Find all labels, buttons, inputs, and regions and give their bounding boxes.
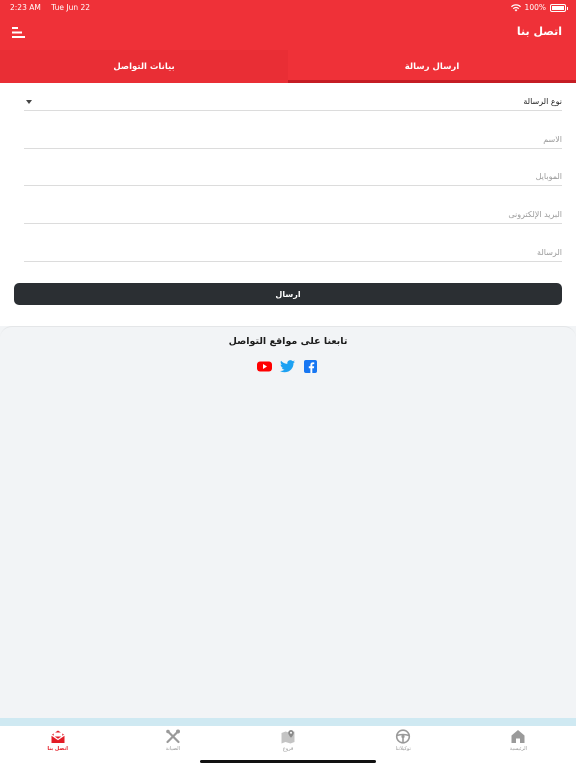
battery-icon [550,3,568,12]
social-icons [257,360,319,374]
bottom-divider [0,718,576,726]
status-date: Tue Jun 22 [51,3,91,12]
tab-contact-info[interactable]: بيانات التواصل [0,50,288,83]
youtube-icon[interactable] [257,360,272,373]
envelope-icon [50,730,65,743]
wifi-icon [510,3,521,11]
bottom-nav: الرئيسية توكيلاتنا فروع الصيانة اتصل بنا [0,726,576,768]
nav-branches-label: فروع [282,746,294,752]
message-type-value: نوع الرسالة [523,97,562,106]
social-title: تابعنا على مواقع التواصل [228,336,348,347]
name-field[interactable]: الاسم [24,127,562,149]
contact-form: نوع الرسالة الاسم الموبايل البريد الإلكت… [0,83,576,326]
page-title: اتصل بنا [516,25,562,38]
nav-contact-label: اتصل بنا [47,746,68,752]
name-placeholder: الاسم [543,135,562,144]
app-header: 2:23 AM Tue Jun 22 100% اتصل بنا ارسال ر… [0,0,576,83]
tab-bar: ارسال رسالة بيانات التواصل [0,50,576,83]
menu-icon[interactable] [12,26,26,39]
mobile-placeholder: الموبايل [535,172,562,181]
mobile-field[interactable]: الموبايل [24,164,562,186]
battery-percent: 100% [524,3,546,12]
message-placeholder: الرسالة [537,248,562,257]
map-pin-icon [281,730,295,744]
nav-maintenance-label: الصيانة [165,746,181,752]
submit-button[interactable]: ارسال [14,283,562,305]
tab-send-message[interactable]: ارسال رسالة [288,50,576,83]
nav-agencies-label: توكيلاتنا [395,746,411,752]
tools-icon [166,729,180,744]
nav-home-label: الرئيسية [509,746,528,752]
twitter-icon[interactable] [280,360,295,373]
steering-wheel-icon [396,729,411,744]
nav-contact[interactable]: اتصل بنا [0,726,115,768]
facebook-icon[interactable] [303,360,318,373]
message-field[interactable]: الرسالة [24,240,562,262]
email-field[interactable]: البريد الإلكترونى [24,202,562,224]
message-type-select[interactable]: نوع الرسالة [24,90,562,111]
dropdown-caret-icon [26,100,32,104]
social-section: تابعنا على مواقع التواصل [0,326,576,720]
nav-home[interactable]: الرئيسية [461,726,576,768]
status-time: 2:23 AM [10,3,41,12]
email-placeholder: البريد الإلكترونى [508,210,562,219]
home-indicator [200,760,376,763]
status-bar: 2:23 AM Tue Jun 22 100% [0,0,576,16]
home-icon [511,730,525,743]
